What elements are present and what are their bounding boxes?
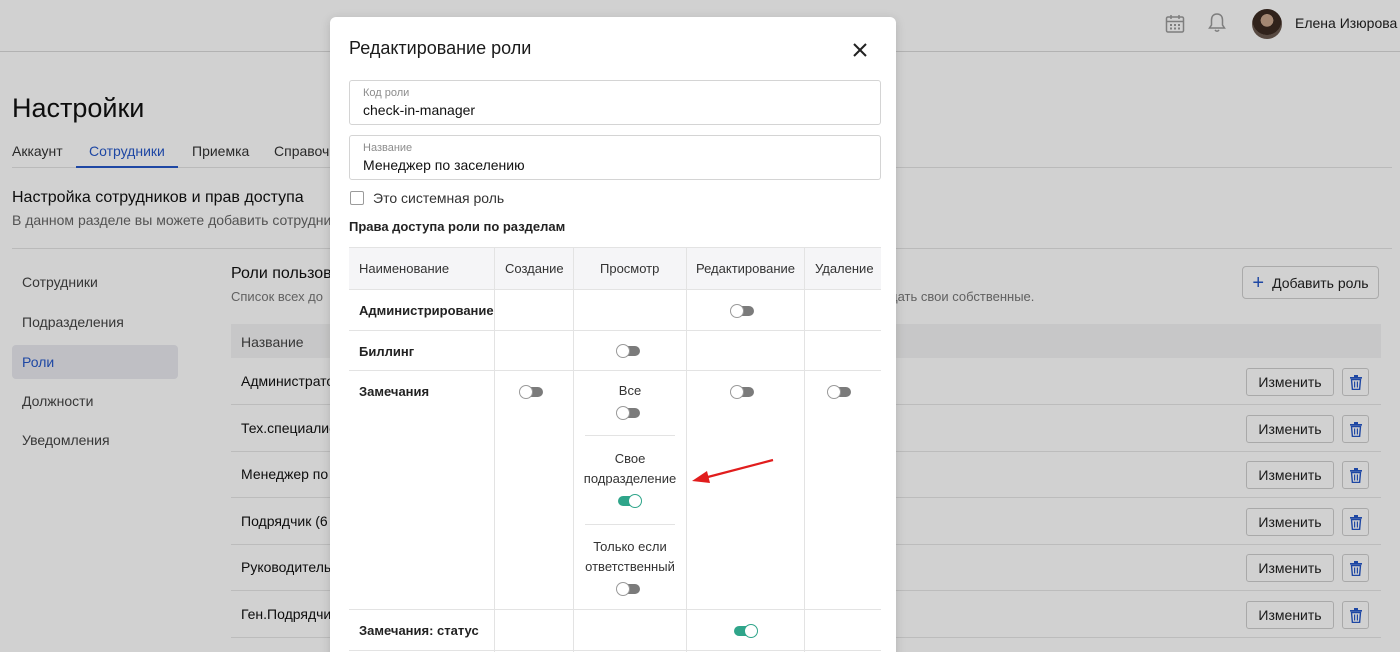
role-name-field: Название (349, 135, 881, 180)
toggle-admin-edit[interactable] (730, 304, 754, 318)
toggle-remarks-view-all[interactable] (616, 406, 640, 420)
system-role-label: Это системная роль (373, 190, 505, 206)
role-code-label: Код роли (363, 87, 410, 99)
toggle-knob (519, 385, 533, 399)
role-name-input[interactable] (363, 157, 863, 173)
toggle-knob (730, 385, 744, 399)
section-name: Замечания: статус (359, 623, 479, 638)
toggle-knob (730, 304, 744, 318)
view-option-label: Свое подразделение (583, 451, 677, 486)
system-role-checkbox[interactable] (350, 191, 364, 205)
toggle-knob (616, 406, 630, 420)
toggle-remarks-create[interactable] (519, 385, 543, 399)
divider (494, 247, 495, 652)
toggle-knob (827, 385, 841, 399)
annotation-arrow-icon (692, 458, 774, 483)
edit-role-modal: Редактирование роли Код роли Название Эт… (330, 17, 896, 652)
section-name: Администрирование (359, 303, 494, 318)
close-icon[interactable] (850, 40, 870, 60)
divider (349, 609, 881, 610)
toggle-billing-view[interactable] (616, 344, 640, 358)
toggle-remarks-edit[interactable] (730, 385, 754, 399)
divider (349, 650, 881, 651)
divider (804, 247, 805, 652)
toggle-knob (616, 344, 630, 358)
divider (585, 435, 675, 436)
toggle-knob (616, 582, 630, 596)
toggle-remarks-delete[interactable] (827, 385, 851, 399)
toggle-knob (628, 494, 642, 508)
divider (585, 524, 675, 525)
view-option-label: Только если ответственный (585, 539, 675, 574)
permissions-title: Права доступа роли по разделам (349, 219, 566, 234)
section-name: Биллинг (359, 344, 415, 359)
divider (686, 247, 687, 652)
toggle-remarks-view-own-department[interactable] (618, 494, 642, 508)
divider (349, 370, 881, 371)
column-header-view: Просмотр (600, 261, 660, 276)
view-option-label: Все (618, 383, 642, 398)
role-code-input[interactable] (363, 102, 863, 118)
column-header-create: Создание (505, 261, 564, 276)
permissions-table-header: Наименование Создание Просмотр Редактиро… (349, 247, 881, 290)
section-name: Замечания (359, 384, 430, 399)
toggle-remarks-view-responsible[interactable] (616, 582, 640, 596)
role-name-label: Название (363, 142, 413, 154)
column-header-edit: Редактирование (696, 261, 796, 276)
toggle-remarks-status-edit[interactable] (734, 624, 758, 638)
column-header-name: Наименование (359, 261, 450, 276)
toggle-knob (744, 624, 758, 638)
modal-title: Редактирование роли (349, 38, 532, 58)
column-header-delete: Удаление (815, 261, 874, 276)
role-code-field: Код роли (349, 80, 881, 125)
divider (349, 330, 881, 331)
